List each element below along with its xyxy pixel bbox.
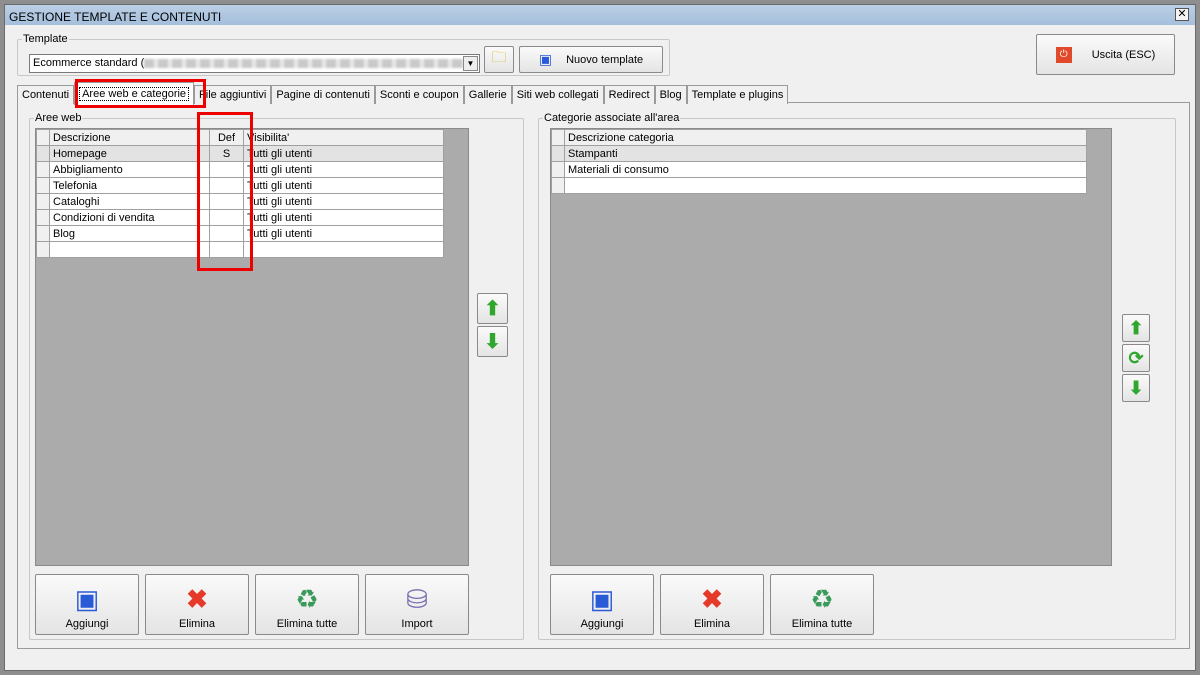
- arrow-down-icon: ⬇: [1128, 377, 1144, 398]
- categorie-grid[interactable]: Descrizione categoria Stampanti Materiali…: [550, 128, 1112, 566]
- label: Aggiungi: [580, 618, 624, 630]
- cat-delete-button[interactable]: ✖ Elimina: [660, 574, 764, 635]
- cell-descrizione[interactable]: Homepage: [49, 145, 210, 162]
- recycle-bin-icon: ♻: [810, 584, 834, 614]
- x-icon: ✖: [186, 584, 208, 614]
- tab-pagine[interactable]: Pagine di contenuti: [271, 85, 375, 104]
- tab-redirect[interactable]: Redirect: [603, 85, 655, 104]
- cell-descrizione[interactable]: Blog: [49, 225, 210, 242]
- cell-visibilita[interactable]: Tutti gli utenti: [243, 145, 444, 162]
- label: Import: [401, 618, 433, 630]
- label: Elimina tutte: [276, 618, 338, 630]
- tab-blog[interactable]: Blog: [654, 85, 687, 104]
- cell-descrizione[interactable]: Condizioni di vendita: [49, 209, 210, 226]
- database-icon: ⛁: [406, 584, 428, 614]
- aree-web-label: Aree web: [35, 112, 82, 124]
- tab-siti[interactable]: Siti web collegati: [511, 85, 604, 104]
- cell-categoria[interactable]: Stampanti: [564, 145, 1087, 162]
- recycle-bin-icon: ♻: [295, 584, 319, 614]
- highlight-def-column: [197, 112, 253, 271]
- cell-descrizione[interactable]: Telefonia: [49, 177, 210, 194]
- col-descrizione-categoria[interactable]: Descrizione categoria: [564, 129, 1087, 146]
- open-folder-button[interactable]: 🗀: [484, 46, 514, 73]
- close-button[interactable]: ✕: [1175, 8, 1189, 21]
- cell-visibilita[interactable]: Tutti gli utenti: [243, 209, 444, 226]
- highlight-tab: [75, 79, 206, 108]
- table-row[interactable]: Stampanti: [551, 145, 1087, 162]
- add-window-icon: ▣: [538, 51, 553, 67]
- arrow-up-icon: ⬆: [1128, 317, 1144, 338]
- table-row[interactable]: Materiali di consumo: [551, 161, 1087, 178]
- cat-delete-all-button[interactable]: ♻ Elimina tutte: [770, 574, 874, 635]
- aree-delete-all-button[interactable]: ♻ Elimina tutte: [255, 574, 359, 635]
- window-title: GESTIONE TEMPLATE E CONTENUTI: [9, 10, 222, 24]
- arrow-up-icon: ⬆: [484, 298, 501, 320]
- tab-gallerie[interactable]: Gallerie: [463, 85, 512, 104]
- new-template-button[interactable]: ▣ Nuovo template: [519, 46, 663, 73]
- col-descrizione[interactable]: Descrizione: [49, 129, 210, 146]
- add-icon: ▣: [74, 584, 100, 614]
- tab-sconti[interactable]: Sconti e coupon: [374, 85, 464, 104]
- cell-visibilita[interactable]: Tutti gli utenti: [243, 177, 444, 194]
- cell-descrizione[interactable]: Cataloghi: [49, 193, 210, 210]
- folder-icon: 🗀: [491, 49, 507, 66]
- move-up-button[interactable]: ⬆: [477, 293, 508, 324]
- x-icon: ✖: [701, 584, 723, 614]
- template-label: Template: [23, 33, 68, 45]
- aree-add-button[interactable]: ▣ Aggiungi: [35, 574, 139, 635]
- categorie-label: Categorie associate all'area: [544, 112, 680, 124]
- aree-delete-button[interactable]: ✖ Elimina: [145, 574, 249, 635]
- cell-descrizione[interactable]: Abbigliamento: [49, 161, 210, 178]
- col-visibilita[interactable]: Visibilita': [243, 129, 444, 146]
- exit-button[interactable]: ⏻ Uscita (ESC): [1036, 34, 1175, 75]
- cat-move-up-button[interactable]: ⬆: [1122, 314, 1150, 342]
- cell-visibilita[interactable]: Tutti gli utenti: [243, 193, 444, 210]
- refresh-icon: ⟳: [1128, 347, 1144, 368]
- new-template-label: Nuovo template: [566, 53, 644, 66]
- label: Elimina: [178, 618, 216, 630]
- tab-contenuti[interactable]: Contenuti: [17, 85, 75, 104]
- label: Elimina tutte: [791, 618, 853, 630]
- template-value: Ecommerce standard (: [33, 57, 145, 69]
- cat-refresh-button[interactable]: ⟳: [1122, 344, 1150, 372]
- power-icon: ⏻: [1055, 46, 1072, 63]
- arrow-down-icon: ⬇: [484, 331, 501, 353]
- cell-visibilita[interactable]: Tutti gli utenti: [243, 161, 444, 178]
- template-select[interactable]: Ecommerce standard ( ▼: [29, 54, 480, 73]
- label: Aggiungi: [65, 618, 109, 630]
- move-down-button[interactable]: ⬇: [477, 326, 508, 357]
- chevron-down-icon[interactable]: ▼: [463, 56, 478, 71]
- tab-template-plugins[interactable]: Template e plugins: [686, 85, 789, 104]
- cell-visibilita[interactable]: Tutti gli utenti: [243, 225, 444, 242]
- cat-add-button[interactable]: ▣ Aggiungi: [550, 574, 654, 635]
- add-icon: ▣: [589, 584, 615, 614]
- cat-move-down-button[interactable]: ⬇: [1122, 374, 1150, 402]
- exit-label: Uscita (ESC): [1091, 48, 1156, 61]
- cell-categoria[interactable]: Materiali di consumo: [564, 161, 1087, 178]
- new-row[interactable]: [551, 177, 1087, 194]
- import-button[interactable]: ⛁ Import: [365, 574, 469, 635]
- label: Elimina: [693, 618, 731, 630]
- title-bar: GESTIONE TEMPLATE E CONTENUTI ✕: [5, 5, 1195, 25]
